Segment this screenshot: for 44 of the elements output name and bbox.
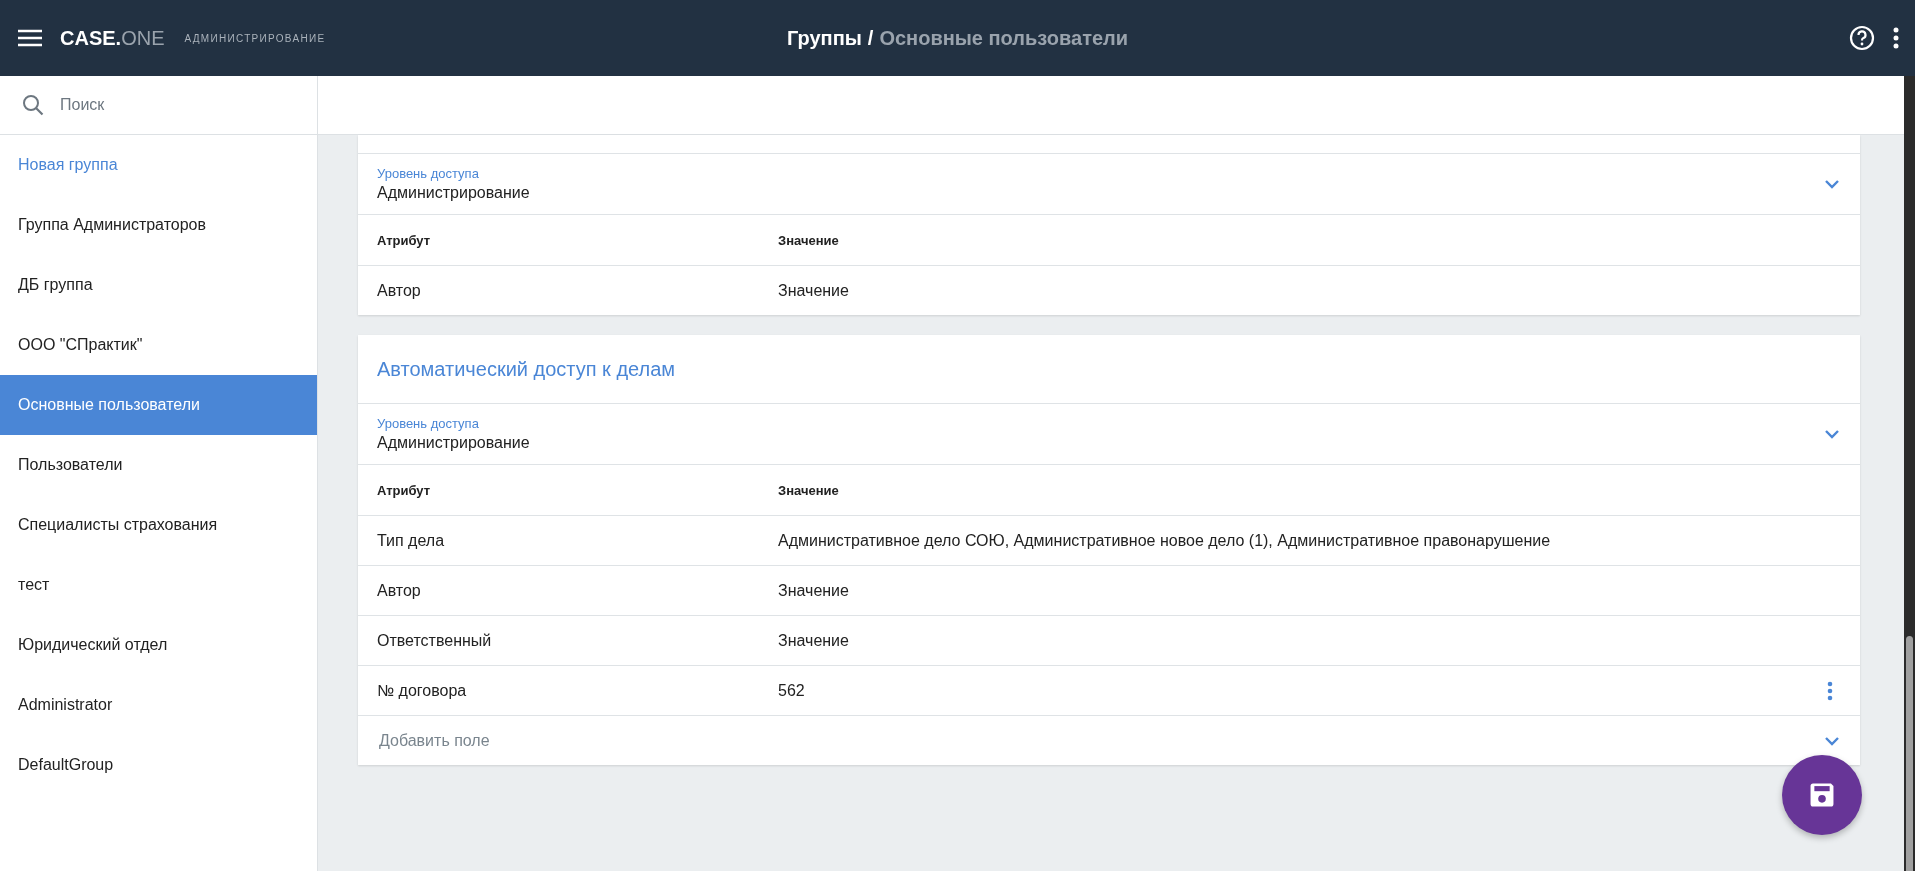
sidebar-item[interactable]: Пользователи xyxy=(0,435,317,495)
attribute-cell-text: Тип дела xyxy=(377,531,446,550)
column-header: Значение xyxy=(778,482,840,498)
column-header: Атрибут xyxy=(377,482,432,498)
sidebar-item[interactable]: Основные пользователи xyxy=(0,375,317,435)
section-title: Автоматический доступ к делам xyxy=(377,357,676,381)
attribute-cell-text: № договора xyxy=(377,681,468,700)
sidebar-item[interactable]: тест xyxy=(0,555,317,615)
attribute-cell-text: Ответственный xyxy=(377,631,493,650)
value-cell-text: Административное дело СОЮ, Административное новое дело (1), Административное правонарушение xyxy=(778,531,1552,550)
sidebar-item[interactable]: Специалисты страхования xyxy=(0,495,317,555)
new-group-link[interactable]: Новая группа xyxy=(0,135,317,195)
attribute-cell-text: Автор xyxy=(377,581,422,600)
search-icon xyxy=(22,94,44,116)
save-button[interactable] xyxy=(1782,755,1862,835)
sidebar-item[interactable]: ООО "СПрактик" xyxy=(0,315,317,375)
chevron-down-icon[interactable] xyxy=(1824,735,1840,746)
chevron-down-icon[interactable] xyxy=(1824,179,1840,189)
menu-icon[interactable] xyxy=(18,29,42,47)
sidebar-item[interactable]: Administrator xyxy=(0,675,317,735)
access-level-select[interactable]: Уровень доступа Администрирование xyxy=(358,403,1860,464)
search-field[interactable]: Поиск xyxy=(58,95,282,115)
logo: CASE.ONE xyxy=(60,26,165,50)
scrollbar[interactable] xyxy=(1904,76,1915,871)
sidebar-item[interactable]: DefaultGroup xyxy=(0,735,317,795)
chevron-down-icon[interactable] xyxy=(1824,429,1840,439)
attribute-cell-text: Автор xyxy=(377,281,422,300)
value-cell-text: 562 xyxy=(778,681,806,700)
sidebar-item[interactable]: Группа Администраторов xyxy=(0,195,317,255)
more-icon[interactable] xyxy=(1893,27,1899,49)
value-cell-text: Значение xyxy=(778,281,850,300)
app-subtitle: АДМИНИСТРИРОВАНИЕ xyxy=(184,32,326,44)
sidebar-item[interactable]: ДБ группа xyxy=(0,255,317,315)
column-header: Значение xyxy=(778,232,840,248)
access-level-select[interactable]: Уровень доступа Администрирование xyxy=(358,153,1860,214)
breadcrumb-link[interactable]: Группы xyxy=(786,26,862,50)
sidebar-item[interactable]: Юридический отдел xyxy=(0,615,317,675)
breadcrumb-current: Основные пользователи xyxy=(879,26,1129,50)
column-header: Атрибут xyxy=(377,232,432,248)
help-icon[interactable] xyxy=(1849,25,1875,51)
value-cell-text: Значение xyxy=(778,581,850,600)
breadcrumb-separator: / xyxy=(867,26,874,50)
add-field-input[interactable]: Добавить поле xyxy=(377,730,981,751)
value-cell-text: Значение xyxy=(778,631,850,650)
